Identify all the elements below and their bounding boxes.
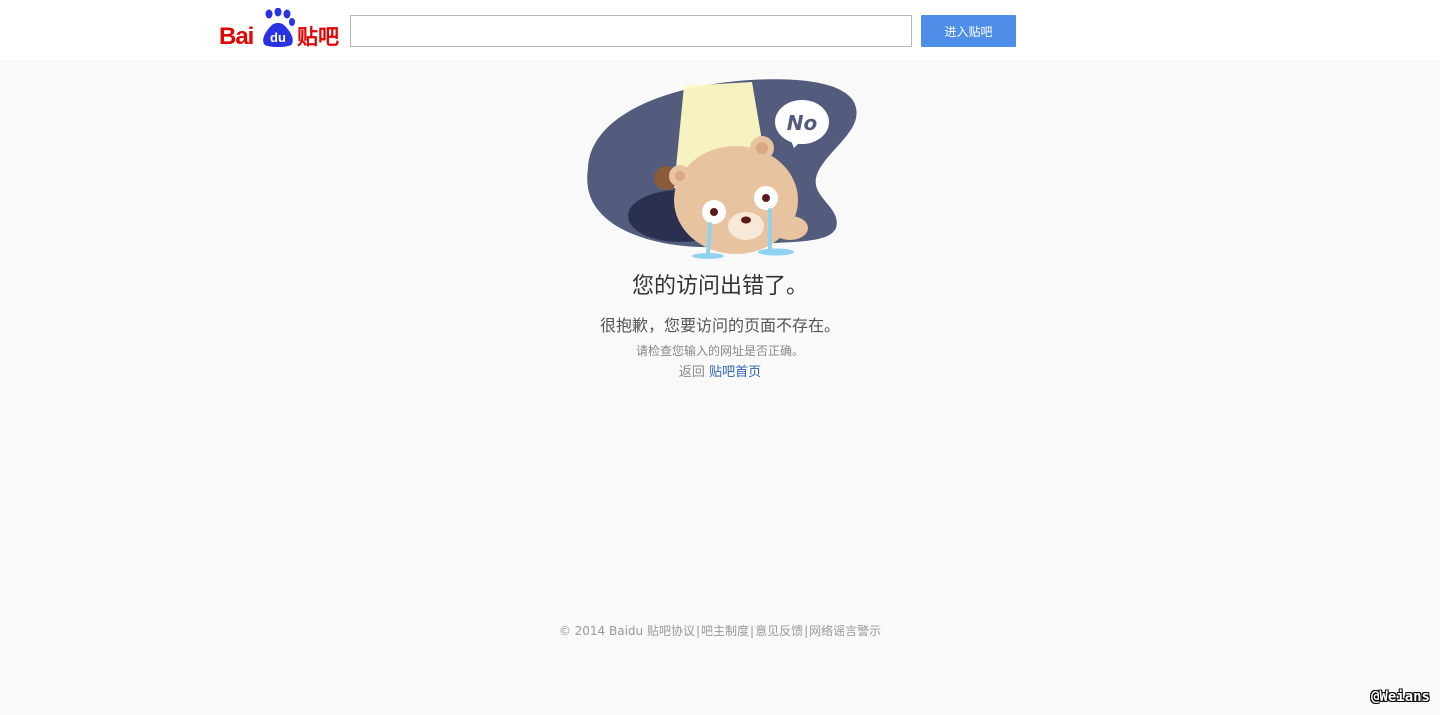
footer-separator: | bbox=[750, 624, 755, 638]
tieba-home-link[interactable]: 贴吧首页 bbox=[709, 365, 761, 380]
crying-bear-illustration: No bbox=[587, 79, 857, 259]
error-title: 您的访问出错了。 bbox=[631, 274, 808, 299]
back-home-line: 返回 贴吧首页 bbox=[0, 364, 1440, 382]
footer-link-feedback[interactable]: 意见反馈 bbox=[755, 624, 803, 638]
footer-link-rumor-warning[interactable]: 网络谣言警示 bbox=[809, 624, 881, 638]
footer-separator: | bbox=[695, 624, 701, 638]
bubble-no-text: No bbox=[787, 111, 818, 135]
enter-tieba-button[interactable]: 进入贴吧 bbox=[921, 15, 1016, 47]
baidu-paw-icon: du bbox=[263, 8, 295, 47]
error-subtitle: 很抱歉，您要访问的页面不存在。 bbox=[599, 316, 840, 335]
logo-bai-text: Bai bbox=[219, 23, 254, 50]
footer-separator: | bbox=[804, 624, 809, 638]
search-input[interactable] bbox=[350, 15, 912, 47]
top-bar: Bai du 贴吧 进入贴吧 bbox=[0, 0, 1440, 60]
copyright: © 2014 Baidu bbox=[558, 624, 644, 638]
baidu-tieba-logo[interactable]: Bai du 贴吧 bbox=[219, 8, 339, 50]
logo-tieba-text: 贴吧 bbox=[297, 25, 339, 49]
error-hint: 请检查您输入的网址是否正确。 bbox=[635, 344, 804, 358]
back-prefix: 返回 bbox=[678, 365, 705, 380]
footer-link-moderator-rules[interactable]: 吧主制度 bbox=[701, 624, 749, 638]
logo-du-text: du bbox=[270, 30, 286, 45]
watermark: @Weians bbox=[1370, 689, 1430, 705]
footer: © 2014 Baidu 贴吧协议|吧主制度|意见反馈|网络谣言警示 bbox=[0, 622, 1440, 640]
footer-link-agreement[interactable]: 贴吧协议 bbox=[647, 624, 695, 638]
